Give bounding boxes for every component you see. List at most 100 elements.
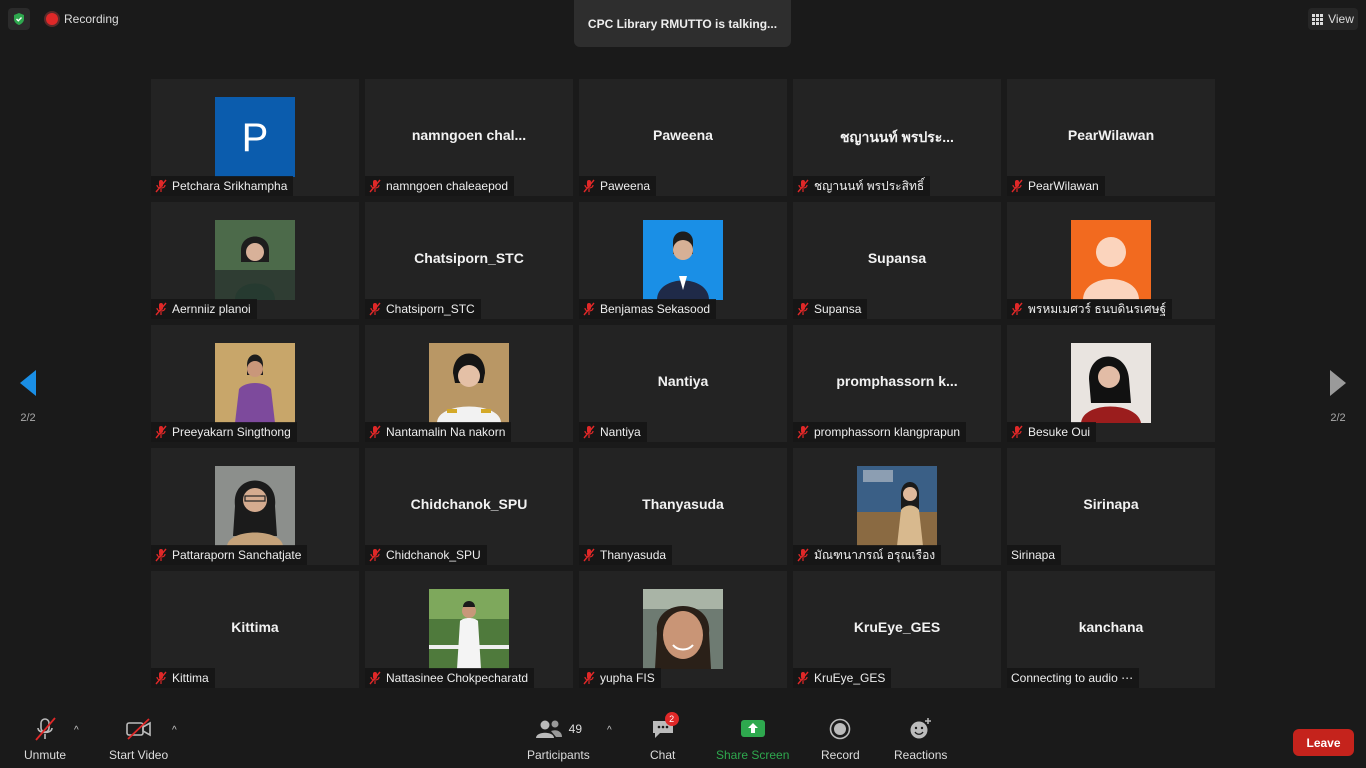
participant-tile[interactable]: Nantiya Nantiya [579, 325, 787, 442]
participants-options-caret-icon[interactable]: ^ [607, 725, 612, 736]
participant-name: Nantiya [600, 425, 641, 439]
participant-name-tag: KruEye_GES [793, 668, 892, 688]
record-label: Record [821, 748, 860, 762]
leave-button[interactable]: Leave [1293, 729, 1354, 756]
record-icon [830, 718, 851, 740]
muted-mic-icon [796, 179, 810, 193]
participant-name-tag: Preeyakarn Singthong [151, 422, 297, 442]
participants-button[interactable]: 49 Participants [527, 716, 590, 762]
previous-page-button[interactable]: 2/2 [18, 368, 38, 424]
participant-tile[interactable]: มัณฑนาภรณ์ อรุณเรือง [793, 448, 1001, 565]
participant-video-avatar [643, 220, 723, 300]
participant-tile[interactable]: Kittima Kittima [151, 571, 359, 688]
video-options-caret-icon[interactable]: ^ [172, 725, 177, 736]
participant-tile[interactable]: Chatsiporn_STC Chatsiporn_STC [365, 202, 573, 319]
participant-tile[interactable]: P Petchara Srikhampha [151, 79, 359, 196]
participant-tile[interactable]: KruEye_GES KruEye_GES [793, 571, 1001, 688]
chat-button[interactable]: 2 Chat [650, 712, 679, 762]
muted-mic-icon [154, 671, 168, 685]
participant-tile[interactable]: Supansa Supansa [793, 202, 1001, 319]
audio-options-caret-icon[interactable]: ^ [74, 725, 79, 736]
participant-name-tag: Connecting to audio ⋯ [1007, 668, 1140, 688]
muted-mic-icon [154, 548, 168, 562]
participant-name: Preeyakarn Singthong [172, 425, 291, 439]
participant-tile[interactable]: Paweena Paweena [579, 79, 787, 196]
reactions-button[interactable]: Reactions [894, 716, 947, 762]
participant-name-tag: Aernniiz planoi [151, 299, 257, 319]
participant-name-tag: Besuke Oui [1007, 422, 1097, 442]
participant-tile[interactable]: namngoen chal... namngoen chaleaepod [365, 79, 573, 196]
participant-name-tag: Kittima [151, 668, 215, 688]
muted-mic-icon [582, 179, 596, 193]
chat-unread-badge: 2 [664, 712, 679, 726]
participant-tile[interactable]: promphassorn k... promphassorn klangprapu… [793, 325, 1001, 442]
participant-tile[interactable]: Benjamas Sekasood [579, 202, 787, 319]
grid-view-icon [1312, 13, 1324, 25]
participant-tile[interactable]: yupha FIS [579, 571, 787, 688]
participant-name-tag: Nantiya [579, 422, 647, 442]
participant-tile[interactable]: Chidchanok_SPU Chidchanok_SPU [365, 448, 573, 565]
security-shield-icon[interactable] [8, 8, 30, 30]
participant-video-avatar [643, 589, 723, 669]
participant-name: Sirinapa [1011, 548, 1056, 562]
participant-display-name: Sirinapa [1083, 496, 1139, 512]
participant-name-tag: promphassorn klangprapun [793, 422, 967, 442]
participant-tile[interactable]: Nattasinee Chokpecharatd [365, 571, 573, 688]
participant-display-name: Chidchanok_SPU [410, 496, 528, 512]
muted-mic-icon [368, 548, 382, 562]
view-button[interactable]: View [1308, 8, 1358, 30]
participant-display-name: namngoen chal... [411, 127, 527, 143]
muted-mic-icon [368, 671, 382, 685]
participant-name-tag: Petchara Srikhampha [151, 176, 294, 196]
share-screen-button[interactable]: Share Screen [716, 716, 789, 762]
participant-tile[interactable]: Nantamalin Na nakorn [365, 325, 573, 442]
participant-tile[interactable]: Pattaraporn Sanchatjate [151, 448, 359, 565]
participant-name: Pattaraporn Sanchatjate [172, 548, 302, 562]
share-screen-label: Share Screen [716, 748, 790, 762]
recording-indicator[interactable]: Recording [40, 8, 125, 30]
record-button[interactable]: Record [821, 716, 860, 762]
participant-name: พรหมเมศวร์ ธนบดินรเศษฐ์ [1028, 301, 1167, 316]
participant-video-avatar [429, 343, 509, 423]
muted-mic-icon [796, 302, 810, 316]
unmute-button[interactable]: Unmute [24, 716, 66, 762]
participant-tile[interactable]: พรหมเมศวร์ ธนบดินรเศษฐ์ [1007, 202, 1215, 319]
participant-name: PearWilawan [1028, 179, 1099, 193]
start-video-button[interactable]: Start Video [109, 716, 168, 762]
participant-video-avatar [215, 343, 295, 423]
participant-name-tag: Chatsiporn_STC [365, 299, 481, 319]
participant-tile[interactable]: ชญานนท์ พรประ... ชญานนท์ พรประสิทธิ์ [793, 79, 1001, 196]
participant-tile[interactable]: kanchana Connecting to audio ⋯ [1007, 571, 1215, 688]
muted-mic-icon [582, 548, 596, 562]
svg-text:P: P [242, 116, 269, 160]
participant-display-name: Nantiya [657, 373, 709, 389]
participant-name-tag: Chidchanok_SPU [365, 545, 487, 565]
view-label: View [1328, 12, 1354, 26]
recording-label: Recording [64, 12, 119, 26]
active-speaker-banner: CPC Library RMUTTO is talking... [574, 0, 791, 47]
participant-name: Paweena [600, 179, 651, 193]
participant-video-avatar [1071, 343, 1151, 423]
participant-name-tag: PearWilawan [1007, 176, 1105, 196]
participant-name-tag: Pattaraporn Sanchatjate [151, 545, 308, 565]
participant-tile[interactable]: Thanyasuda Thanyasuda [579, 448, 787, 565]
participant-name-tag: พรหมเมศวร์ ธนบดินรเศษฐ์ [1007, 299, 1173, 319]
participant-tile[interactable]: Sirinapa Sirinapa [1007, 448, 1215, 565]
participant-name: Benjamas Sekasood [600, 302, 711, 316]
muted-mic-icon [154, 179, 168, 193]
muted-mic-icon [582, 671, 596, 685]
participant-display-name: PearWilawan [1067, 127, 1155, 143]
next-page-button[interactable]: 2/2 [1328, 368, 1348, 424]
muted-mic-icon [1010, 302, 1024, 316]
participant-tile[interactable]: Preeyakarn Singthong [151, 325, 359, 442]
participant-tile[interactable]: Besuke Oui [1007, 325, 1215, 442]
participant-name-tag: yupha FIS [579, 668, 661, 688]
participants-icon [535, 720, 562, 738]
participant-name: Petchara Srikhampha [172, 179, 288, 193]
share-screen-icon [740, 720, 765, 737]
muted-mic-icon [796, 671, 810, 685]
participant-tile[interactable]: Aernniiz planoi [151, 202, 359, 319]
unmute-label: Unmute [24, 748, 67, 762]
participant-tile[interactable]: PearWilawan PearWilawan [1007, 79, 1215, 196]
participant-display-name: kanchana [1078, 619, 1144, 635]
